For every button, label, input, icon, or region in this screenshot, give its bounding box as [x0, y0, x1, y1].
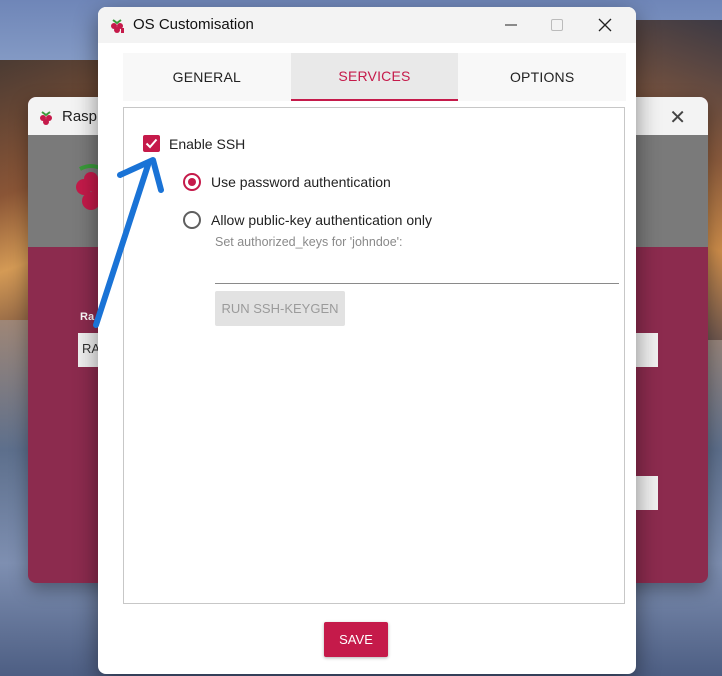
- minimize-icon: [505, 24, 517, 26]
- maximize-icon: [551, 19, 563, 31]
- close-button[interactable]: [582, 7, 628, 43]
- check-icon: [145, 138, 158, 149]
- services-panel: Enable SSH Use password authentication A…: [123, 107, 625, 604]
- authorized-keys-input[interactable]: [215, 258, 619, 284]
- raspberry-icon: [111, 19, 124, 33]
- background-label: Ra: [80, 311, 95, 323]
- public-key-auth-label[interactable]: Allow public-key authentication only: [211, 212, 432, 228]
- password-auth-label[interactable]: Use password authentication: [211, 174, 391, 190]
- authorized-keys-label: Set authorized_keys for 'johndoe':: [215, 235, 403, 249]
- minimize-button[interactable]: [488, 7, 534, 43]
- enable-ssh-label[interactable]: Enable SSH: [169, 136, 245, 152]
- tab-bar: GENERAL SERVICES OPTIONS: [123, 53, 626, 101]
- dialog-titlebar: OS Customisation: [98, 7, 636, 43]
- save-button[interactable]: SAVE: [324, 622, 388, 657]
- tab-general[interactable]: GENERAL: [123, 53, 291, 101]
- dialog-title: OS Customisation: [133, 16, 254, 33]
- public-key-auth-radio[interactable]: [183, 211, 201, 229]
- password-auth-radio[interactable]: [183, 173, 201, 191]
- maximize-button[interactable]: [534, 7, 580, 43]
- background-next-button[interactable]: [636, 476, 658, 510]
- tab-options[interactable]: OPTIONS: [458, 53, 626, 101]
- background-storage-button[interactable]: [636, 333, 658, 367]
- os-customisation-dialog: OS Customisation GENERAL SERVICES OPTION…: [98, 7, 636, 674]
- close-icon: [598, 18, 612, 32]
- close-icon[interactable]: ✕: [669, 105, 686, 130]
- raspberry-icon: [40, 111, 52, 125]
- tab-services[interactable]: SERVICES: [290, 53, 459, 101]
- run-ssh-keygen-button[interactable]: RUN SSH-KEYGEN: [215, 291, 345, 326]
- enable-ssh-checkbox[interactable]: [143, 135, 160, 152]
